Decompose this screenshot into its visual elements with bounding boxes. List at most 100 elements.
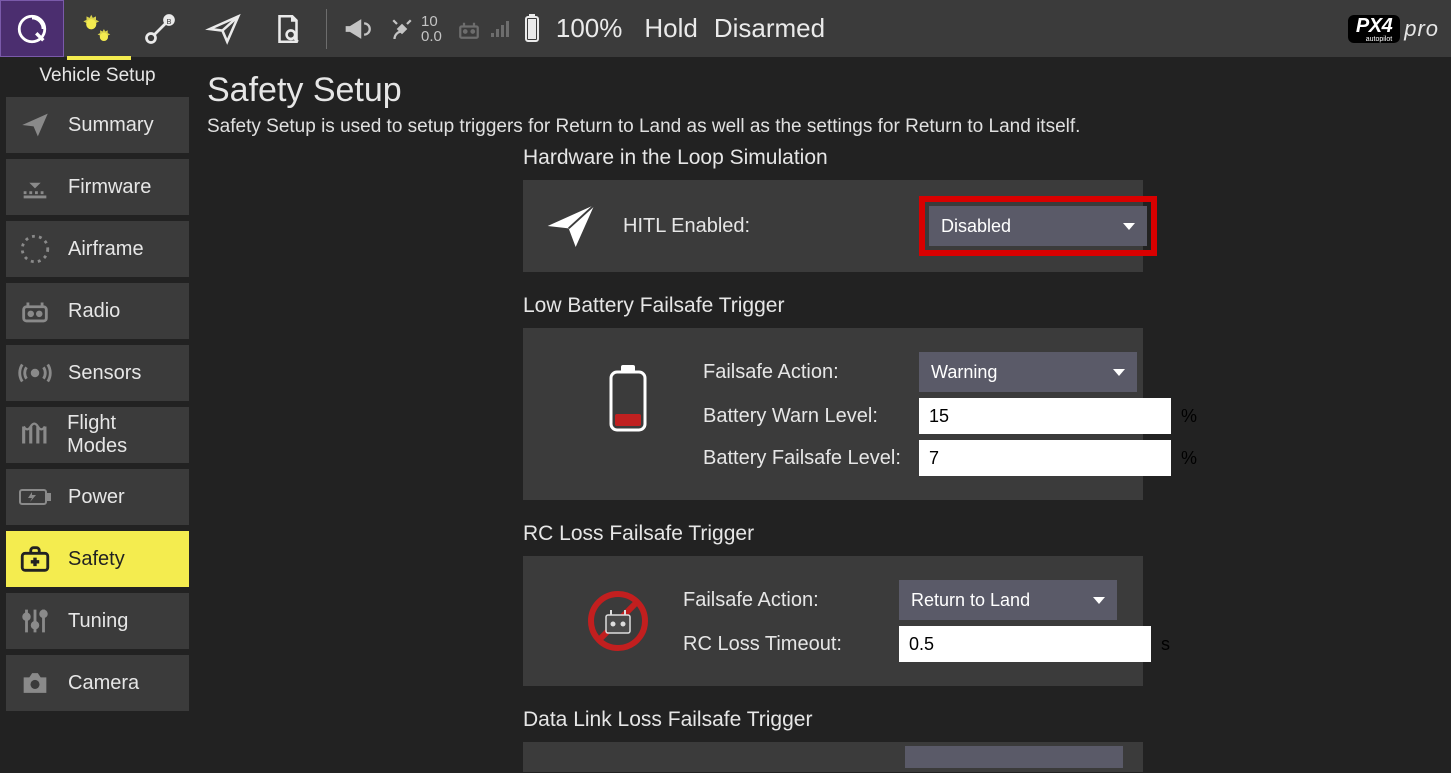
paper-plane-icon	[16, 106, 54, 144]
failsafe-action-label: Failsafe Action:	[703, 361, 903, 384]
messages-button[interactable]	[333, 0, 381, 57]
panel-rc-loss: Failsafe Action: Return to Land RC Loss …	[523, 556, 1143, 686]
sidebar-item-label: Summary	[68, 114, 154, 137]
page-title: Safety Setup	[207, 71, 1427, 110]
brand-suffix: pro	[1404, 16, 1439, 42]
vehicle-setup-sidebar: Vehicle Setup Summary Firmware Airframe …	[0, 57, 195, 773]
safety-kit-icon	[16, 540, 54, 578]
chevron-down-icon	[1093, 597, 1105, 604]
sidebar-item-firmware[interactable]: Firmware	[6, 159, 189, 215]
unit-label: %	[1171, 448, 1207, 469]
sidebar-item-label: Safety	[68, 548, 125, 571]
top-toolbar: B 10 0.0	[0, 0, 1451, 57]
battery-warn-level-label: Battery Warn Level:	[703, 405, 903, 428]
sidebar-item-label: Airframe	[68, 238, 144, 261]
flight-modes-icon	[16, 416, 53, 454]
paper-plane-icon	[205, 10, 243, 48]
content-area: Safety Setup Safety Setup is used to set…	[195, 57, 1451, 773]
battery-failsafe-level-label: Battery Failsafe Level:	[703, 447, 903, 470]
sidebar-item-label: Tuning	[68, 610, 128, 633]
sidebar-item-label: Power	[68, 486, 125, 509]
unit-label: s	[1151, 634, 1180, 655]
section-lowbatt-title: Low Battery Failsafe Trigger	[523, 294, 1427, 318]
hitl-enabled-select[interactable]: Disabled	[929, 206, 1147, 246]
flight-mode-label[interactable]: Hold	[644, 13, 697, 44]
section-rcloss-title: RC Loss Failsafe Trigger	[523, 522, 1427, 546]
battery-warn-level-input[interactable]	[919, 398, 1171, 434]
battery-status[interactable]: 100%	[516, 13, 637, 45]
download-icon	[16, 168, 54, 206]
sidebar-item-radio[interactable]: Radio	[6, 283, 189, 339]
panel-hitl: HITL Enabled: Disabled	[523, 180, 1143, 272]
rc-status[interactable]	[448, 14, 516, 44]
fly-tab[interactable]	[192, 0, 256, 57]
sidebar-item-label: Radio	[68, 300, 120, 323]
sidebar-item-label: Flight Modes	[67, 412, 179, 458]
sidebar-item-safety[interactable]: Safety	[6, 531, 189, 587]
camera-icon	[16, 664, 54, 702]
tuning-sliders-icon	[16, 602, 54, 640]
sidebar-header: Vehicle Setup	[0, 57, 195, 97]
sidebar-item-camera[interactable]: Camera	[6, 655, 189, 711]
hitl-enabled-label: HITL Enabled:	[623, 215, 913, 238]
battery-percent: 100%	[556, 13, 623, 44]
active-tab-indicator	[67, 56, 131, 60]
airframe-icon	[16, 230, 54, 268]
battery-failsafe-level-input[interactable]	[919, 440, 1171, 476]
log-analyze-icon	[271, 12, 305, 46]
gears-icon	[77, 10, 115, 48]
sidebar-item-label: Sensors	[68, 362, 141, 385]
sidebar-item-power[interactable]: Power	[6, 469, 189, 525]
svg-text:B: B	[166, 16, 171, 25]
satellite-icon	[387, 14, 417, 44]
sidebar-item-label: Firmware	[68, 176, 151, 199]
rc-loss-icon	[583, 589, 653, 653]
sidebar-item-flight-modes[interactable]: Flight Modes	[6, 407, 189, 463]
gps-hdop: 0.0	[421, 29, 442, 44]
rc-controller-icon	[454, 14, 484, 44]
waypoints-tab[interactable]: B	[128, 0, 192, 57]
sidebar-item-airframe[interactable]: Airframe	[6, 221, 189, 277]
section-hitl-title: Hardware in the Loop Simulation	[523, 146, 1427, 170]
rcloss-timeout-input[interactable]	[899, 626, 1151, 662]
panel-low-battery: Failsafe Action: Warning Battery Warn Le…	[523, 328, 1143, 500]
sidebar-item-tuning[interactable]: Tuning	[6, 593, 189, 649]
sidebar-item-summary[interactable]: Summary	[6, 97, 189, 153]
megaphone-icon	[340, 12, 374, 46]
chevron-down-icon	[1123, 223, 1135, 230]
rcloss-timeout-label: RC Loss Timeout:	[683, 633, 883, 656]
battery-icon	[522, 13, 542, 45]
sidebar-item-label: Camera	[68, 672, 139, 695]
unit-label: %	[1171, 406, 1207, 427]
select-value: Disabled	[941, 216, 1011, 237]
arm-state-label[interactable]: Disarmed	[714, 13, 825, 44]
rcloss-timeout-input-group: s	[899, 626, 1117, 662]
battery-failsafe-level-input-group: %	[919, 440, 1137, 476]
chevron-down-icon	[1113, 369, 1125, 376]
low-battery-icon	[603, 346, 653, 436]
q-logo-icon	[15, 12, 49, 46]
panel-datalink	[523, 742, 1143, 772]
brand-area: PX4 autopilot pro	[1348, 15, 1451, 43]
px4-logo: PX4 autopilot	[1348, 15, 1400, 43]
datalink-action-select[interactable]	[905, 746, 1123, 768]
paper-plane-icon	[543, 198, 599, 254]
analyze-tab[interactable]	[256, 0, 320, 57]
battery-warn-level-input-group: %	[919, 398, 1137, 434]
sidebar-item-sensors[interactable]: Sensors	[6, 345, 189, 401]
route-icon: B	[142, 11, 178, 47]
select-value: Return to Land	[911, 590, 1030, 611]
rcloss-action-select[interactable]: Return to Land	[899, 580, 1117, 620]
page-description: Safety Setup is used to setup triggers f…	[207, 116, 1427, 138]
signal-bars-icon	[490, 19, 510, 39]
power-battery-icon	[16, 478, 54, 516]
gps-status[interactable]: 10 0.0	[381, 14, 448, 44]
toolbar-divider	[326, 9, 327, 49]
rcloss-action-label: Failsafe Action:	[683, 589, 883, 612]
app-menu-button[interactable]	[0, 0, 64, 57]
section-datalink-title: Data Link Loss Failsafe Trigger	[523, 708, 1427, 732]
lowbatt-action-select[interactable]: Warning	[919, 352, 1137, 392]
radio-controller-icon	[16, 292, 54, 330]
select-value: Warning	[931, 362, 997, 383]
vehicle-setup-tab[interactable]	[64, 0, 128, 57]
